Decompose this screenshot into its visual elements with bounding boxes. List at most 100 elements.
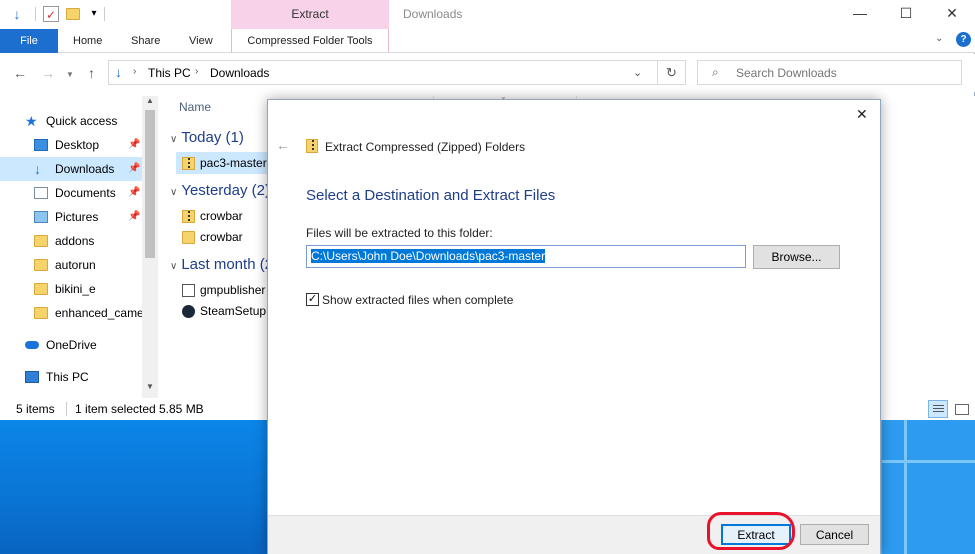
group-header-today[interactable]: ∨ Today (1) xyxy=(170,129,244,146)
folder-icon xyxy=(182,231,195,244)
file-name: crowbar xyxy=(200,209,243,223)
address-dropdown-icon[interactable]: ⌄ xyxy=(633,66,642,79)
details-view-icon[interactable] xyxy=(928,400,948,418)
dialog-back-arrow-icon[interactable]: ← xyxy=(276,137,290,153)
column-header-name[interactable]: Name xyxy=(179,100,211,114)
sidebar-item-enhanced-came[interactable]: enhanced_came xyxy=(0,301,142,325)
zip-folder-icon xyxy=(306,139,318,153)
zip-folder-icon xyxy=(182,157,195,170)
sidebar-item-downloads[interactable]: ↓ Downloads 📌 xyxy=(0,157,142,181)
browse-button[interactable]: Browse... xyxy=(753,245,840,269)
sidebar-item-quick-access[interactable]: ★ Quick access xyxy=(0,109,142,133)
destination-path-field[interactable]: C:\Users\John Doe\Downloads\pac3-master xyxy=(306,245,746,268)
breadcrumb-this-pc[interactable]: This PC xyxy=(148,66,191,80)
sidebar-item-addons[interactable]: addons xyxy=(0,229,142,253)
desktop-icon xyxy=(34,139,48,151)
file-name: SteamSetup xyxy=(200,304,267,318)
cancel-button[interactable]: Cancel xyxy=(800,524,869,545)
new-folder-icon[interactable] xyxy=(66,8,80,20)
pin-icon[interactable]: 📌 xyxy=(128,133,140,157)
star-icon: ★ xyxy=(25,113,38,129)
sidebar-item-label: addons xyxy=(55,234,95,248)
title-bar: ↓ ✓ ▾ Extract Downloads — ☐ ✕ xyxy=(0,0,975,30)
folder-icon xyxy=(34,307,48,319)
red-highlight-annotation xyxy=(707,512,795,550)
search-box[interactable]: ⌕ xyxy=(697,60,962,85)
back-arrow-icon[interactable]: ← xyxy=(13,65,27,81)
sidebar-item-documents[interactable]: Documents 📌 xyxy=(0,181,142,205)
document-icon xyxy=(34,187,48,199)
address-bar[interactable]: ↓ › This PC › Downloads ⌄ ↻ xyxy=(108,60,686,85)
pin-icon[interactable]: 📌 xyxy=(128,181,140,205)
tab-home[interactable]: Home xyxy=(73,29,102,53)
extract-dialog: ✕ ← Extract Compressed (Zipped) Folders … xyxy=(267,99,881,554)
download-icon: ↓ xyxy=(34,161,41,177)
group-label: Yesterday (2) xyxy=(181,182,270,199)
file-name: gmpublisher xyxy=(200,283,266,297)
navigation-scrollbar[interactable]: ▲ ▼ xyxy=(142,96,158,398)
item-count: 5 items xyxy=(16,402,55,416)
show-files-label[interactable]: Show extracted files when complete xyxy=(322,293,513,307)
breadcrumb-chevron-icon[interactable]: › xyxy=(195,66,198,77)
refresh-icon[interactable]: ↻ xyxy=(657,61,685,84)
sidebar-item-onedrive[interactable]: OneDrive xyxy=(0,333,142,357)
properties-check-icon[interactable]: ✓ xyxy=(43,6,59,22)
quick-access-dropdown-icon[interactable]: ▾ xyxy=(86,6,102,22)
scrollbar-thumb[interactable] xyxy=(145,110,155,258)
dialog-caption: Extract Compressed (Zipped) Folders xyxy=(325,140,526,154)
download-arrow-icon[interactable]: ↓ xyxy=(9,6,25,22)
minimize-button[interactable]: — xyxy=(837,0,883,28)
breadcrumb-downloads[interactable]: Downloads xyxy=(210,66,269,80)
desktop-window-graphic xyxy=(880,420,975,554)
dialog-heading: Select a Destination and Extract Files xyxy=(306,187,556,204)
toolbar-divider xyxy=(104,7,105,21)
tab-share[interactable]: Share xyxy=(131,29,160,53)
group-header-yesterday[interactable]: ∨ Yesterday (2) xyxy=(170,182,270,199)
file-name: crowbar xyxy=(200,230,243,244)
navigation-bar: ← → ▼ ↑ ↓ › This PC › Downloads ⌄ ↻ ⌕ xyxy=(0,54,975,92)
zip-folder-icon xyxy=(182,210,195,223)
show-files-checkbox[interactable]: ✓ xyxy=(306,293,319,306)
sidebar-item-bikini-e[interactable]: bikini_e xyxy=(0,277,142,301)
sidebar-item-label: bikini_e xyxy=(55,282,96,296)
ribbon-expand-icon[interactable]: ⌄ xyxy=(935,33,943,44)
recent-locations-icon[interactable]: ▼ xyxy=(66,70,74,79)
up-arrow-icon[interactable]: ↑ xyxy=(88,65,95,81)
search-input[interactable] xyxy=(736,66,956,80)
close-button[interactable]: ✕ xyxy=(929,0,975,28)
collapse-chevron-icon[interactable]: ∨ xyxy=(170,187,177,198)
ribbon-tabs: File Home Share View Compressed Folder T… xyxy=(0,29,975,53)
extract-context-header: Extract xyxy=(231,0,389,29)
navigation-pane: ★ Quick access Desktop 📌 ↓ Downloads 📌 D… xyxy=(0,96,158,398)
scroll-up-icon[interactable]: ▲ xyxy=(146,96,154,105)
gmpublisher-icon xyxy=(182,284,195,297)
selection-size: 5.85 MB xyxy=(159,402,204,416)
breadcrumb-chevron-icon[interactable]: › xyxy=(133,66,136,77)
group-header-last-month[interactable]: ∨ Last month (2 xyxy=(170,256,273,273)
large-icons-view-icon[interactable] xyxy=(951,400,971,418)
sidebar-item-this-pc[interactable]: This PC xyxy=(0,365,142,389)
tab-file[interactable]: File xyxy=(0,29,58,53)
pin-icon[interactable]: 📌 xyxy=(128,205,140,229)
collapse-chevron-icon[interactable]: ∨ xyxy=(170,261,177,272)
collapse-chevron-icon[interactable]: ∨ xyxy=(170,134,177,145)
sidebar-item-autorun[interactable]: autorun xyxy=(0,253,142,277)
sidebar-item-label: autorun xyxy=(55,258,96,272)
group-label: Today (1) xyxy=(181,129,244,146)
sidebar-item-desktop[interactable]: Desktop 📌 xyxy=(0,133,142,157)
pin-icon[interactable]: 📌 xyxy=(128,157,140,181)
sidebar-item-pictures[interactable]: Pictures 📌 xyxy=(0,205,142,229)
scroll-down-icon[interactable]: ▼ xyxy=(146,382,154,391)
destination-label: Files will be extracted to this folder: xyxy=(306,226,493,240)
help-icon[interactable]: ? xyxy=(956,32,971,47)
folder-icon xyxy=(34,259,48,271)
tab-view[interactable]: View xyxy=(189,29,213,53)
tab-compressed-folder-tools[interactable]: Compressed Folder Tools xyxy=(231,29,389,53)
dialog-close-icon[interactable]: ✕ xyxy=(856,106,868,123)
group-label: Last month (2 xyxy=(181,256,274,273)
this-pc-icon xyxy=(25,371,39,383)
forward-arrow-icon[interactable]: → xyxy=(41,65,55,81)
maximize-button[interactable]: ☐ xyxy=(883,0,929,28)
sidebar-item-label: Quick access xyxy=(46,114,118,128)
sidebar-item-label: This PC xyxy=(46,370,89,384)
